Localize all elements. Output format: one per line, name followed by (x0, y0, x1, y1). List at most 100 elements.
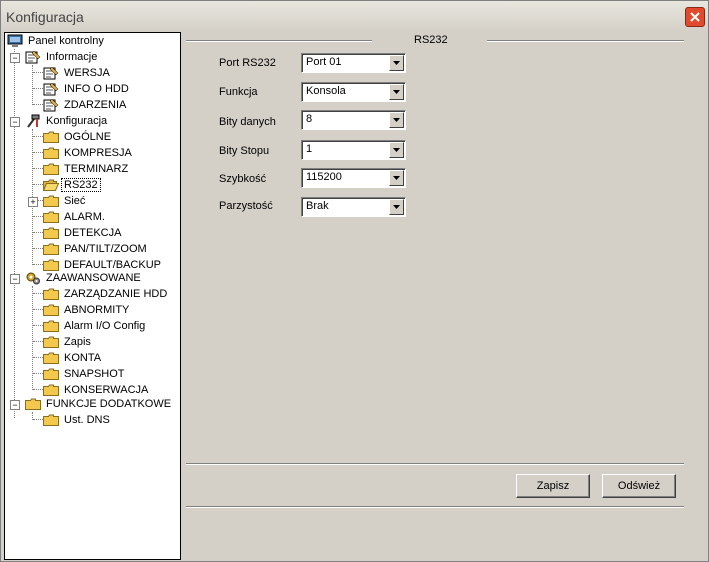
folder-icon (43, 211, 59, 223)
tree-item-label: WERSJA (64, 67, 110, 79)
bity-stopu-select-value: 1 (306, 143, 313, 155)
folder-icon (43, 147, 59, 159)
bity-danych-select-value: 8 (306, 113, 313, 125)
folder-icon (43, 227, 59, 239)
tree-item-pan-tilt-zoom[interactable]: PAN/TILT/ZOOM (43, 241, 149, 257)
refresh-button[interactable]: Odśwież (602, 474, 676, 498)
tree-item-label: Sieć (64, 195, 86, 207)
save-button[interactable]: Zapisz (516, 474, 590, 498)
tree-item-zapis[interactable]: Zapis (43, 334, 93, 350)
tree-item-wersja[interactable]: WERSJA (43, 65, 112, 81)
field-label-bity-danych: Bity danych (219, 116, 276, 128)
tree-item-rs232[interactable]: RS232 (43, 177, 101, 193)
tree-item-label: Ust. DNS (64, 414, 110, 426)
tree-item-alarm[interactable]: ALARM. (43, 209, 107, 225)
close-button[interactable] (685, 7, 705, 27)
folder-icon (43, 336, 59, 348)
notepad-icon (43, 66, 59, 80)
tools-icon (25, 114, 41, 128)
notepad-icon (43, 82, 59, 96)
chevron-down-icon (393, 148, 400, 152)
tree-item-siec[interactable]: Sieć (43, 193, 87, 209)
tree-item-snapshot[interactable]: SNAPSHOT (43, 366, 127, 382)
dropdown-button[interactable] (389, 199, 404, 215)
monitor-icon (7, 34, 23, 48)
szybkosc-select-value: 115200 (306, 171, 342, 183)
funkcja-select[interactable]: Konsola (301, 82, 406, 102)
navigation-tree[interactable]: Panel kontrolny − Informacje WERSJA INFO… (4, 32, 181, 560)
folder-icon (43, 352, 59, 364)
tree-item-label: TERMINARZ (64, 163, 129, 175)
field-label-bity-stopu: Bity Stopu (219, 145, 270, 157)
footer-divider (186, 506, 684, 508)
settings-panel: RS232 Port RS232 Port 01 Funkcja Konsola… (182, 32, 708, 561)
tree-item-detekcja[interactable]: DETEKCJA (43, 225, 123, 241)
tree-item-abnormity[interactable]: ABNORMITY (43, 302, 131, 318)
port-select[interactable]: Port 01 (301, 53, 406, 73)
tree-item-zdarzenia[interactable]: ZDARZENIA (43, 97, 128, 113)
section-divider-left (186, 40, 372, 42)
folder-icon (43, 288, 59, 300)
chevron-down-icon (393, 118, 400, 122)
folder-icon (43, 131, 59, 143)
tree-item-label: Informacje (46, 51, 98, 63)
dropdown-button[interactable] (389, 170, 404, 186)
close-icon (690, 12, 700, 22)
title-bar[interactable]: Konfiguracja (1, 1, 708, 32)
field-label-parzystosc: Parzystość (219, 200, 273, 212)
collapse-toggle[interactable]: − (10, 53, 20, 63)
notepad-icon (25, 50, 41, 64)
chevron-down-icon (393, 205, 400, 209)
refresh-button-label: Odśwież (617, 480, 661, 492)
tree-item-label: ALARM. (64, 211, 105, 223)
bottom-divider (186, 463, 684, 465)
tree-item-alarm-io-config[interactable]: Alarm I/O Config (43, 318, 147, 334)
expand-toggle[interactable]: + (28, 197, 38, 207)
section-title: RS232 (414, 34, 448, 46)
folder-icon (43, 384, 59, 396)
tree-item-panel-kontrolny[interactable]: Panel kontrolny (7, 33, 106, 49)
collapse-toggle[interactable]: − (10, 274, 20, 284)
tree-item-label: KOMPRESJA (64, 147, 132, 159)
field-label-funkcja: Funkcja (219, 86, 258, 98)
tree-item-zaawansowane[interactable]: ZAAWANSOWANE (25, 270, 143, 286)
tree-item-ust-dns[interactable]: Ust. DNS (43, 412, 112, 428)
collapse-toggle[interactable]: − (10, 400, 20, 410)
section-divider-right (487, 40, 684, 42)
folder-icon (43, 368, 59, 380)
port-select-value: Port 01 (306, 56, 342, 68)
tree-item-label: SNAPSHOT (64, 368, 125, 380)
dropdown-button[interactable] (389, 55, 404, 71)
dropdown-button[interactable] (389, 112, 404, 128)
tree-item-info-o-hdd[interactable]: INFO O HDD (43, 81, 131, 97)
folder-icon (43, 320, 59, 332)
tree-item-label: RS232 (61, 178, 101, 192)
tree-item-funkcje-dodatkowe[interactable]: FUNKCJE DODATKOWE (25, 396, 173, 412)
bity-danych-select[interactable]: 8 (301, 110, 406, 130)
tree-item-informacje[interactable]: Informacje (25, 49, 99, 65)
field-label-szybkosc: Szybkość (219, 173, 267, 185)
tree-item-label: Konfiguracja (46, 115, 108, 127)
tree-item-label: INFO O HDD (64, 83, 129, 95)
folder-icon (25, 398, 41, 410)
dropdown-button[interactable] (389, 142, 404, 158)
dropdown-button[interactable] (389, 84, 404, 100)
tree-item-terminarz[interactable]: TERMINARZ (43, 161, 130, 177)
szybkosc-select[interactable]: 115200 (301, 168, 406, 188)
folder-icon (43, 243, 59, 255)
tree-item-ogolne[interactable]: OGÓLNE (43, 129, 113, 145)
tree-item-label: Panel kontrolny (28, 35, 104, 47)
tree-item-label: KONTA (64, 352, 102, 364)
tree-item-label: ZAAWANSOWANE (46, 272, 141, 284)
tree-item-kompresja[interactable]: KOMPRESJA (43, 145, 134, 161)
tree-item-konta[interactable]: KONTA (43, 350, 103, 366)
chevron-down-icon (393, 176, 400, 180)
bity-stopu-select[interactable]: 1 (301, 140, 406, 160)
window-title: Konfiguracja (6, 9, 84, 25)
tree-item-label: OGÓLNE (64, 131, 112, 143)
folder-icon (43, 304, 59, 316)
tree-item-konfiguracja[interactable]: Konfiguracja (25, 113, 109, 129)
collapse-toggle[interactable]: − (10, 117, 20, 127)
parzystosc-select[interactable]: Brak (301, 197, 406, 217)
tree-item-zarzadzanie-hdd[interactable]: ZARZĄDZANIE HDD (43, 286, 169, 302)
